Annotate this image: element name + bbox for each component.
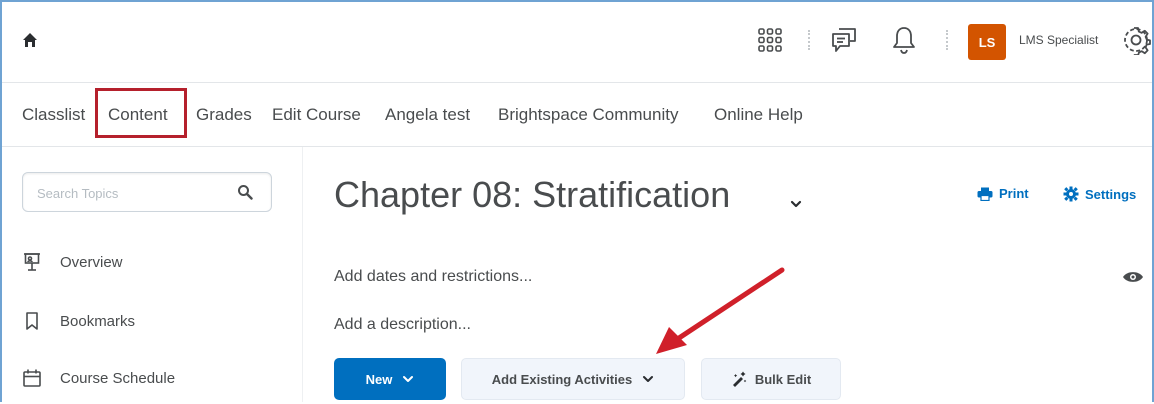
nav-item-grades[interactable]: Grades — [196, 105, 252, 125]
search-input[interactable] — [35, 182, 229, 204]
add-existing-activities-button[interactable]: Add Existing Activities — [461, 358, 685, 400]
course-nav-bar: Classlist Content Grades Edit Course Ang… — [2, 83, 1152, 147]
bookmark-icon — [26, 312, 38, 330]
nav-item-edit-course[interactable]: Edit Course — [272, 105, 361, 125]
chevron-down-icon — [403, 376, 414, 382]
search-topics-box — [22, 172, 272, 212]
add-existing-activities-label: Add Existing Activities — [491, 371, 633, 387]
top-bar: LS LMS Specialist — [2, 2, 1152, 83]
sidebar-divider — [302, 147, 303, 402]
sidebar-item-bookmarks[interactable]: Bookmarks — [22, 309, 135, 333]
chat-icon[interactable] — [828, 22, 860, 58]
eye-icon[interactable] — [1122, 270, 1144, 284]
gear-icon[interactable] — [1120, 22, 1152, 58]
home-icon[interactable] — [22, 32, 38, 48]
toolbar-separator — [946, 30, 948, 50]
sidebar-item-label: Bookmarks — [60, 312, 136, 330]
bell-icon[interactable] — [888, 22, 920, 58]
print-label: Print — [999, 186, 1029, 201]
new-button-label: New — [365, 371, 393, 387]
settings-link[interactable]: Settings — [1063, 186, 1136, 202]
chevron-down-icon — [643, 376, 654, 382]
printer-icon — [977, 187, 993, 201]
sidebar-item-label: Course Schedule — [60, 369, 176, 387]
add-dates-link[interactable]: Add dates and restrictions... — [334, 268, 532, 286]
bulk-edit-label: Bulk Edit — [754, 371, 812, 387]
nav-item-classlist[interactable]: Classlist — [22, 105, 85, 125]
content-highlight-annotation — [95, 88, 187, 138]
gear-icon — [1063, 186, 1079, 202]
annotation-arrow — [656, 267, 785, 354]
nav-item-angela-test[interactable]: Angela test — [385, 105, 470, 125]
calendar-icon — [23, 369, 41, 387]
page-title[interactable]: Chapter 08: Stratification — [334, 174, 730, 216]
search-icon[interactable] — [237, 184, 253, 200]
sidebar-item-overview[interactable]: Overview — [22, 250, 123, 274]
nav-item-online-help[interactable]: Online Help — [714, 105, 803, 125]
sidebar-item-label: Overview — [60, 253, 123, 271]
new-button[interactable]: New — [334, 358, 446, 400]
sidebar-item-course-schedule[interactable]: Course Schedule — [22, 366, 175, 390]
bulk-edit-icon — [732, 371, 747, 387]
app-grid-icon[interactable] — [754, 22, 786, 58]
bulk-edit-button[interactable]: Bulk Edit — [701, 358, 841, 400]
settings-label: Settings — [1085, 186, 1137, 202]
toolbar-separator — [808, 30, 810, 50]
avatar[interactable]: LS — [968, 24, 1006, 60]
presentation-icon — [24, 253, 40, 271]
nav-item-brightspace-community[interactable]: Brightspace Community — [498, 105, 678, 125]
chevron-down-icon[interactable] — [788, 198, 804, 210]
add-description-link[interactable]: Add a description... — [334, 316, 471, 334]
print-link[interactable]: Print — [977, 186, 1029, 201]
user-name[interactable]: LMS Specialist — [1019, 33, 1098, 47]
lms-window: LS LMS Specialist Classlist Content Grad… — [0, 0, 1154, 402]
